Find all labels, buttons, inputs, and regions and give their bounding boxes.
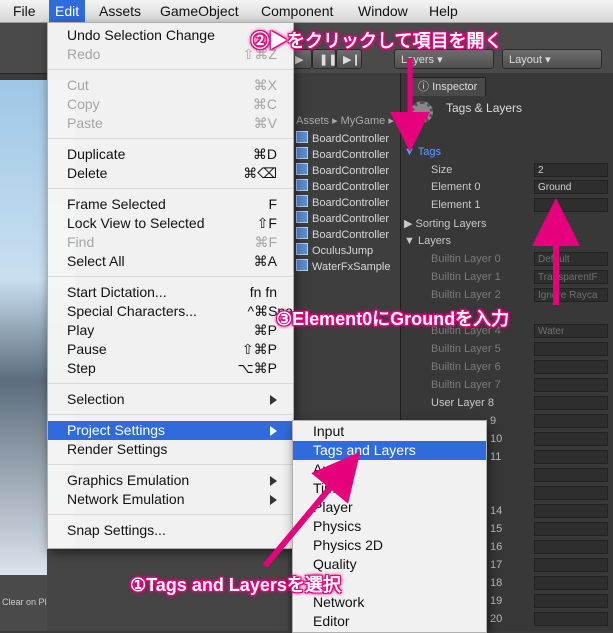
annotation-step2: ②▶をクリックして項目を開く bbox=[251, 31, 503, 51]
annotation-step1: ①Tags and Layersを選択 bbox=[130, 575, 341, 595]
annotation-step3: ③Element0にGroundを入力 bbox=[276, 309, 510, 329]
arrow-to-tags-and-layers bbox=[262, 451, 361, 568]
